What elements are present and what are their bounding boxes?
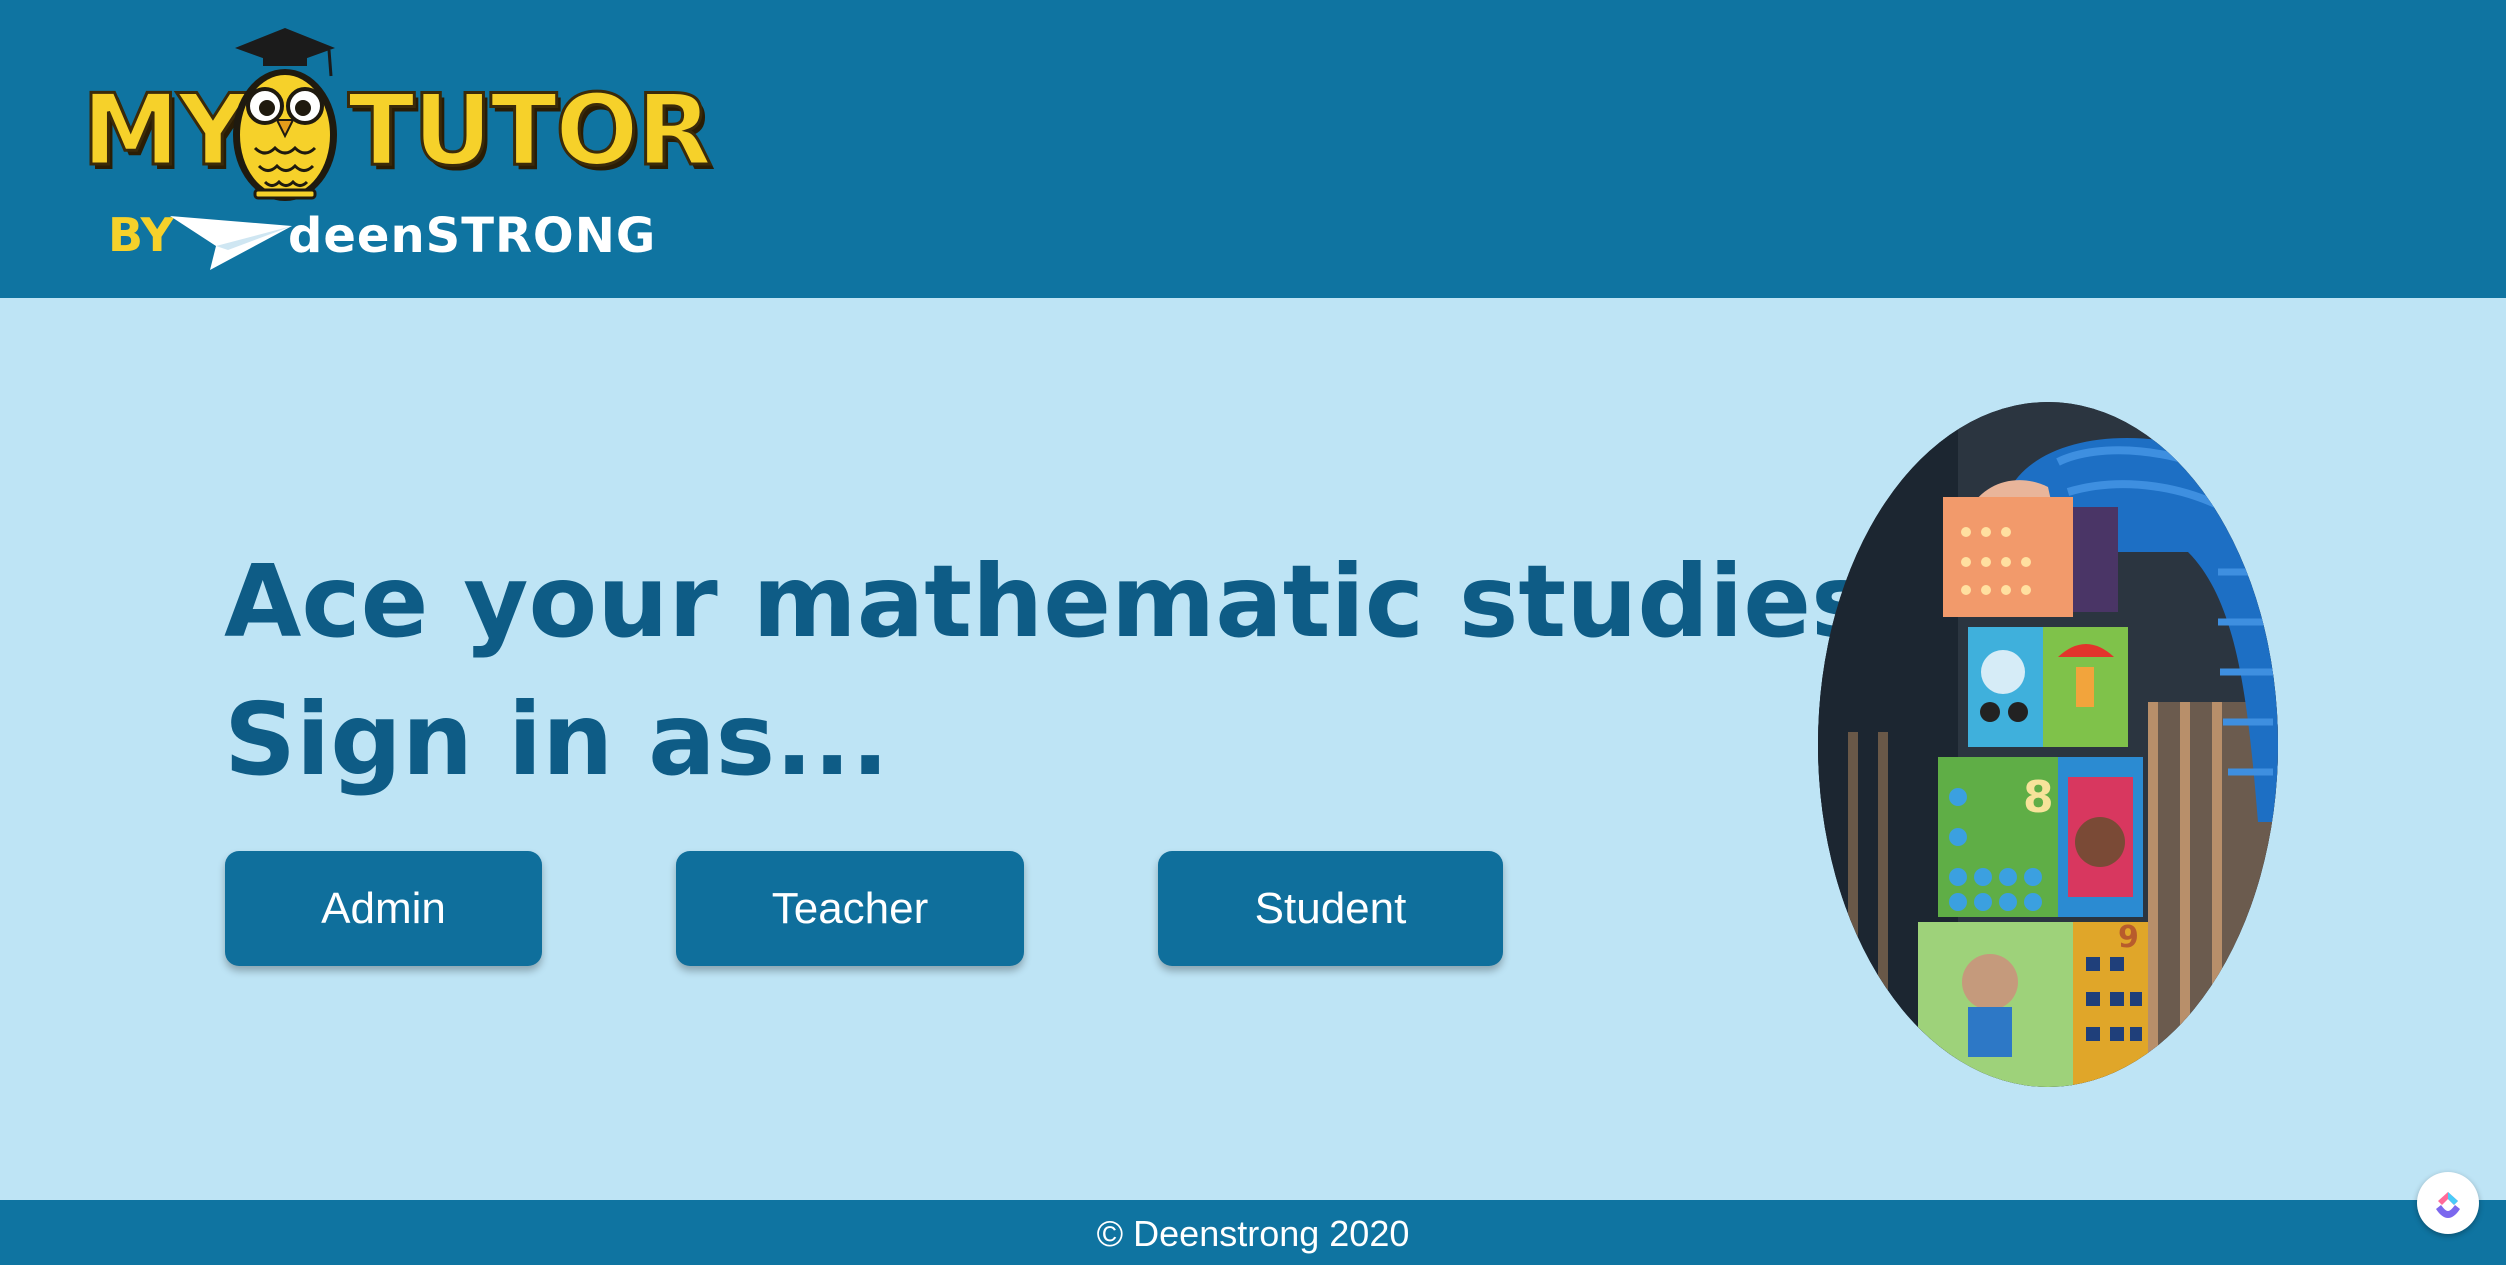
- clickup-logo-icon: [2436, 1192, 2460, 1218]
- teacher-button[interactable]: Teacher: [676, 851, 1024, 966]
- site-header: MY TUTOR BY deenSTRONG: [0, 0, 2506, 298]
- hero-headline: Ace your mathematic studies: [224, 543, 1871, 660]
- sign-in-prompt: Sign in as...: [224, 681, 890, 798]
- svg-text:9: 9: [2118, 920, 2139, 955]
- logo-word-tutor: TUTOR: [346, 74, 713, 188]
- logo-by-text: BY: [108, 208, 174, 262]
- admin-button[interactable]: Admin: [225, 851, 542, 966]
- paper-plane-icon: [170, 216, 292, 270]
- copyright-text: © Deenstrong 2020: [1096, 1213, 1410, 1254]
- hero-image: 8 9: [1818, 402, 2278, 1087]
- logo-word-my: MY: [81, 74, 250, 188]
- student-button[interactable]: Student: [1158, 851, 1503, 966]
- mytutor-logo[interactable]: MY TUTOR BY deenSTRONG: [70, 20, 714, 280]
- site-footer: © Deenstrong 2020: [0, 1200, 2506, 1265]
- logo-brand-text: deenSTRONG: [288, 208, 657, 264]
- owl-graduate-icon: [233, 28, 337, 201]
- svg-text:8: 8: [2023, 772, 2054, 823]
- clickup-widget-button[interactable]: [2417, 1172, 2479, 1234]
